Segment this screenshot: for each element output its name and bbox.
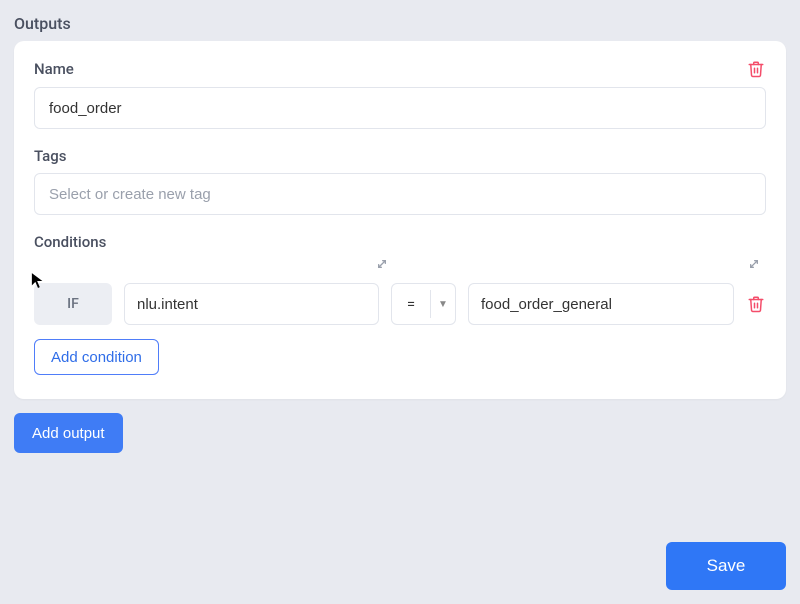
add-condition-button[interactable]: Add condition: [34, 339, 159, 375]
tags-label: Tags: [34, 147, 766, 165]
tags-input[interactable]: [34, 173, 766, 215]
condition-lhs-input[interactable]: [124, 283, 379, 325]
delete-condition-button[interactable]: [746, 294, 766, 314]
chevron-down-icon: ▼: [431, 299, 455, 310]
expand-icon[interactable]: [746, 256, 764, 274]
save-button[interactable]: Save: [666, 542, 786, 590]
condition-row: IF = ▼: [34, 283, 766, 325]
condition-operator-value: =: [392, 295, 430, 313]
trash-icon: [747, 295, 765, 313]
section-title: Outputs: [14, 14, 786, 33]
condition-operator-select[interactable]: = ▼: [391, 283, 456, 325]
name-label: Name: [34, 60, 74, 78]
add-output-button[interactable]: Add output: [14, 413, 123, 453]
trash-icon: [747, 60, 765, 78]
name-input[interactable]: [34, 87, 766, 129]
output-card: Name Tags Conditions: [14, 41, 786, 399]
delete-output-button[interactable]: [746, 59, 766, 79]
conditions-label: Conditions: [34, 233, 766, 251]
expand-icon[interactable]: [374, 256, 392, 274]
if-chip: IF: [34, 283, 112, 325]
condition-rhs-input[interactable]: [468, 283, 734, 325]
